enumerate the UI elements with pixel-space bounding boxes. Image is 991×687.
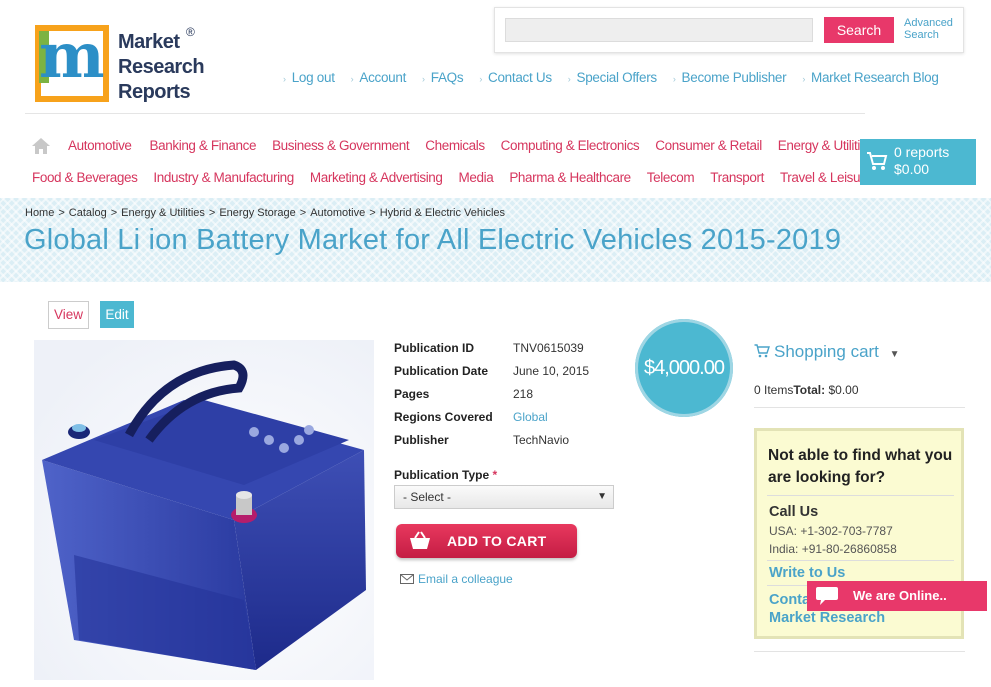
category-link[interactable]: Transport bbox=[710, 170, 764, 185]
category-nav-row-2: Food & Beverages Industry & Manufacturing… bbox=[32, 170, 872, 185]
top-link[interactable]: › Market Research Blog bbox=[802, 70, 939, 88]
sidebar-divider bbox=[754, 407, 965, 408]
arrow-icon: › bbox=[479, 74, 483, 84]
search-input[interactable] bbox=[505, 18, 813, 42]
arrow-icon: › bbox=[283, 74, 286, 84]
basket-icon bbox=[410, 531, 430, 549]
breadcrumb-link[interactable]: Energy & Utilities bbox=[121, 207, 205, 219]
breadcrumb-link[interactable]: Automotive bbox=[310, 207, 365, 219]
search-button[interactable]: Search bbox=[824, 17, 894, 43]
publication-id-value: TNV0615039 bbox=[513, 341, 584, 355]
breadcrumb-separator: > bbox=[110, 207, 118, 219]
page-title: Global Li ion Battery Market for All Ele… bbox=[24, 224, 842, 256]
category-link[interactable]: Media bbox=[459, 170, 494, 185]
category-link[interactable]: Banking & Finance bbox=[150, 138, 257, 153]
publisher-label: Publisher bbox=[394, 433, 449, 447]
india-phone: India: +91-80-26860858 bbox=[769, 542, 897, 556]
help-heading: Not able to find what you are looking fo… bbox=[768, 447, 953, 486]
top-link[interactable]: › FAQs bbox=[422, 70, 464, 88]
arrow-icon: › bbox=[672, 74, 676, 84]
shopping-cart-summary: 0 ItemsTotal: $0.00 bbox=[754, 383, 859, 397]
top-link[interactable]: › Special Offers bbox=[568, 70, 657, 88]
category-nav-row-1: Automotive Banking & Finance Business & Go… bbox=[68, 138, 874, 153]
tab-edit[interactable]: Edit bbox=[100, 301, 134, 328]
top-link[interactable]: › Contact Us bbox=[479, 70, 552, 88]
dropdown-caret-icon: ▼ bbox=[597, 491, 607, 502]
top-links: › Log out › Account › FAQs › Contact Us › Special… bbox=[283, 70, 955, 88]
site-logo[interactable]: m Market Research Reports ® bbox=[35, 19, 215, 105]
envelope-icon bbox=[400, 574, 414, 584]
top-link[interactable]: › Become Publisher bbox=[672, 70, 787, 88]
email-colleague-link[interactable]: Email a colleague bbox=[400, 572, 513, 586]
category-link[interactable]: Computing & Electronics bbox=[501, 138, 640, 153]
breadcrumb-link[interactable]: Home bbox=[25, 207, 54, 219]
breadcrumb-link[interactable]: Energy Storage bbox=[219, 207, 295, 219]
category-link[interactable]: Food & Beverages bbox=[32, 170, 138, 185]
regions-value-link[interactable]: Global bbox=[513, 410, 548, 424]
category-link[interactable]: Telecom bbox=[647, 170, 695, 185]
arrow-icon: › bbox=[350, 74, 354, 84]
header-cart[interactable]: 0 reports $0.00 bbox=[860, 139, 976, 185]
logo-wordmark: Market Research Reports bbox=[118, 31, 205, 103]
regions-label: Regions Covered bbox=[394, 410, 493, 424]
registered-mark: ® bbox=[186, 25, 195, 39]
top-link[interactable]: › Log out bbox=[283, 70, 335, 88]
online-chat-button[interactable]: We are Online.. bbox=[807, 581, 987, 611]
breadcrumb-separator: > bbox=[299, 207, 307, 219]
category-link[interactable]: Travel & Leisure bbox=[780, 170, 872, 185]
add-to-cart-button[interactable]: ADD TO CART bbox=[396, 524, 577, 558]
breadcrumb-separator: > bbox=[58, 207, 65, 219]
category-link[interactable]: Business & Government bbox=[272, 138, 410, 153]
category-link[interactable]: Pharma & Healthcare bbox=[509, 170, 631, 185]
category-link[interactable]: Chemicals bbox=[425, 138, 485, 153]
cart-icon bbox=[754, 344, 770, 358]
publication-type-label: Publication Type * bbox=[394, 468, 498, 482]
pages-value: 218 bbox=[513, 387, 534, 401]
pages-label: Pages bbox=[394, 387, 430, 401]
publication-type-select[interactable]: - Select - ▼ bbox=[394, 485, 614, 509]
tab-view[interactable]: View bbox=[48, 301, 89, 329]
top-link[interactable]: › Account bbox=[350, 70, 407, 88]
usa-phone: USA: +1-302-703-7787 bbox=[769, 524, 893, 538]
category-link[interactable]: Industry & Manufacturing bbox=[153, 170, 294, 185]
sidebar-divider bbox=[754, 651, 965, 652]
shopping-cart-toggle[interactable]: Shopping cart ▼ bbox=[754, 342, 900, 362]
publication-date-value: June 10, 2015 bbox=[513, 364, 590, 378]
home-icon[interactable] bbox=[32, 138, 50, 154]
price-badge: $4,000.00 bbox=[635, 319, 733, 417]
cart-total: $0.00 bbox=[894, 161, 930, 177]
breadcrumb-separator: > bbox=[208, 207, 216, 219]
breadcrumb: Home > Catalog > Energy & Utilities > Energy S… bbox=[25, 207, 505, 219]
write-to-us-link[interactable]: Write to Us bbox=[769, 565, 845, 581]
publication-id-label: Publication ID bbox=[394, 341, 475, 355]
header-divider bbox=[25, 113, 865, 114]
publisher-value: TechNavio bbox=[513, 433, 570, 447]
arrow-icon: › bbox=[422, 74, 425, 84]
category-link[interactable]: Marketing & Advertising bbox=[310, 170, 443, 185]
arrow-icon: › bbox=[802, 74, 806, 84]
breadcrumb-link[interactable]: Catalog bbox=[69, 207, 107, 219]
cart-icon bbox=[867, 152, 888, 170]
advanced-search-link[interactable]: Advanced Search bbox=[904, 17, 953, 41]
search-box: Search Advanced Search bbox=[494, 7, 964, 53]
call-us-heading: Call Us bbox=[769, 504, 819, 520]
chevron-down-icon: ▼ bbox=[889, 349, 900, 360]
product-image bbox=[34, 340, 374, 680]
cart-report-count: 0 reports bbox=[894, 144, 950, 160]
publication-date-label: Publication Date bbox=[394, 364, 489, 378]
chat-bubble-icon bbox=[816, 587, 838, 605]
logo-mark-icon: m bbox=[35, 19, 109, 102]
breadcrumb-link[interactable]: Hybrid & Electric Vehicles bbox=[380, 207, 505, 219]
breadcrumb-separator: > bbox=[369, 207, 376, 219]
category-link[interactable]: Automotive bbox=[68, 138, 132, 153]
arrow-icon: › bbox=[567, 74, 571, 84]
category-link[interactable]: Consumer & Retail bbox=[655, 138, 762, 153]
